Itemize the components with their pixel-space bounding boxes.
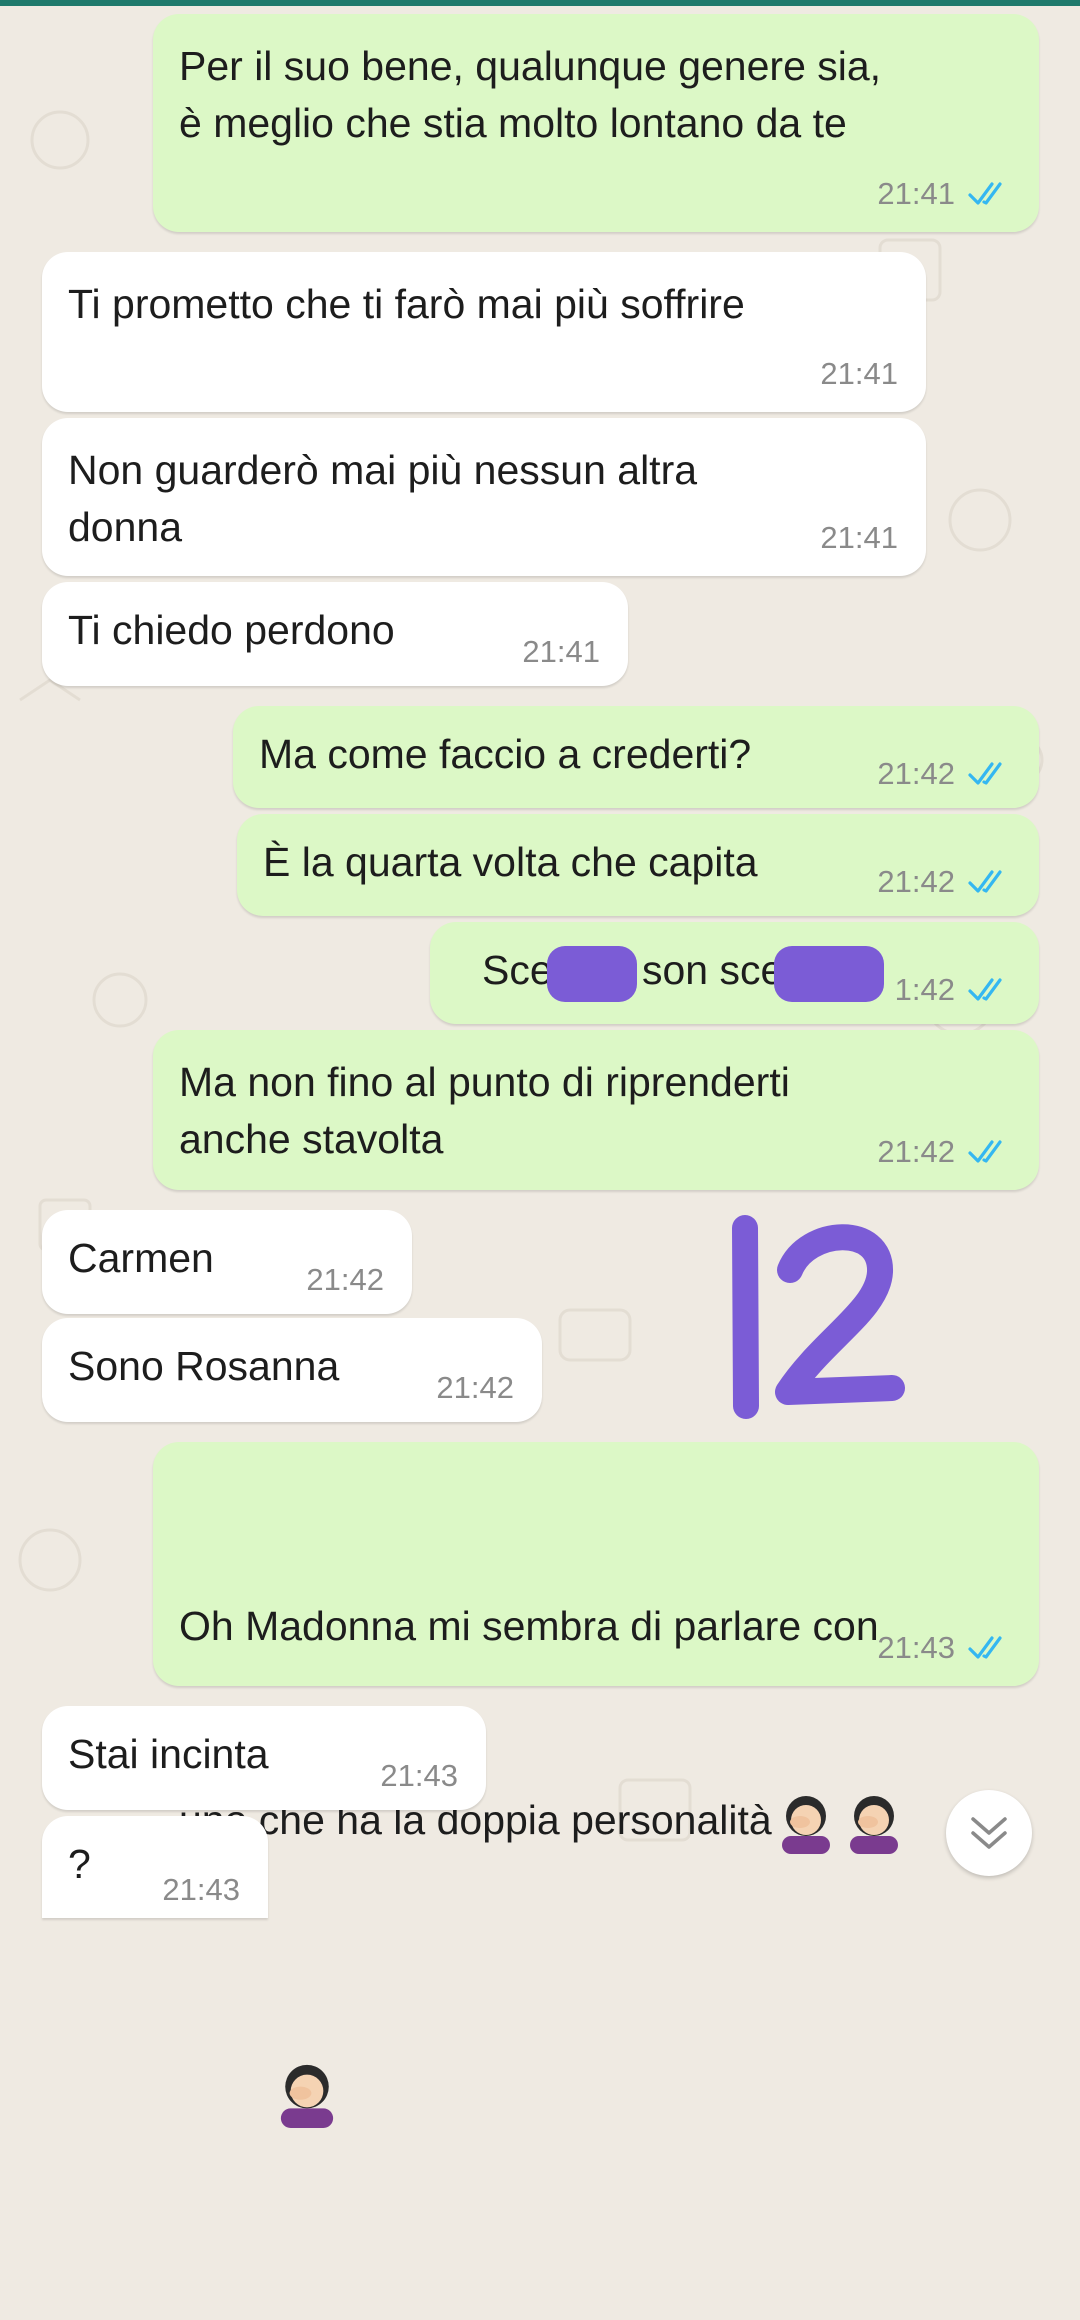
double-check-icon: [968, 1140, 1002, 1163]
outgoing-message[interactable]: Oh Madonna mi sembra di parlare con uno …: [153, 1442, 1039, 2128]
double-check-icon: [968, 978, 1002, 1001]
double-check-icon: [968, 762, 1002, 785]
message-text: Oh Madonna mi sembra di parlare con uno …: [179, 1466, 1013, 2320]
message-text: Ti prometto che ti farò mai più soffrire: [68, 281, 745, 327]
incoming-message[interactable]: Stai incinta 21:43: [42, 1706, 486, 1810]
message-meta: 21:41: [522, 634, 600, 670]
message-time: 1:42: [894, 972, 955, 1007]
double-check-icon: [968, 182, 1002, 205]
message-time: 21:42: [436, 1370, 514, 1405]
message-meta: 21:43: [380, 1758, 458, 1794]
chat-area: Per il suo bene, qualunque genere sia, è…: [0, 0, 1080, 2128]
message-time: 21:42: [877, 864, 955, 899]
outgoing-message[interactable]: Sce son sce 1:42: [430, 922, 1039, 1024]
outgoing-message[interactable]: Ma come faccio a crederti? 21:42: [233, 706, 1039, 808]
outgoing-message[interactable]: Per il suo bene, qualunque genere sia, è…: [153, 14, 1039, 232]
message-time: 21:41: [877, 176, 955, 211]
double-check-icon: [968, 870, 1002, 893]
message-meta: 21:41: [820, 520, 898, 556]
message-time: 21:41: [820, 356, 898, 391]
message-time: 21:41: [820, 520, 898, 555]
incoming-message[interactable]: Ti prometto che ti farò mai più soffrire…: [42, 252, 926, 412]
message-time: 21:41: [522, 634, 600, 669]
message-meta: 21:43: [877, 1630, 1011, 1666]
message-text-part: Sce: [482, 947, 553, 993]
message-time: 21:43: [877, 1630, 955, 1665]
message-meta: 21:42: [436, 1370, 514, 1406]
incoming-message[interactable]: Carmen 21:42: [42, 1210, 412, 1314]
message-meta: 21:42: [306, 1262, 384, 1298]
message-time: 21:42: [877, 1134, 955, 1169]
woman-facepalming-emoji: [781, 1796, 830, 1854]
message-meta: 21:42: [877, 756, 1011, 792]
redaction-mark: [774, 946, 884, 1002]
annotation-drawing: [732, 1215, 905, 1419]
message-time: 21:42: [877, 756, 955, 791]
message-time: 21:42: [306, 1262, 384, 1297]
message-text-part: son sce: [642, 947, 784, 993]
message-meta: 21:42: [877, 1134, 1011, 1170]
message-line: [179, 1982, 1013, 2192]
redaction-mark: [547, 946, 637, 1002]
message-time: 21:43: [162, 1872, 240, 1907]
outgoing-message[interactable]: Ma non fino al punto di riprenderti anch…: [153, 1030, 1039, 1190]
incoming-message[interactable]: Non guarderò mai più nessun altra donna …: [42, 418, 926, 576]
message-time: 21:43: [380, 1758, 458, 1793]
incoming-message[interactable]: ? 21:43: [42, 1816, 268, 1918]
message-meta: 21:43: [162, 1872, 240, 1908]
woman-facepalming-emoji: [281, 2064, 334, 2128]
annotation-number: 12: [712, 1210, 922, 1430]
message-meta: 21:41: [820, 356, 898, 392]
scroll-to-bottom-button[interactable]: [946, 1790, 1032, 1876]
message-text: Non guarderò mai più nessun altra donna: [68, 447, 698, 550]
message-meta: 21:42: [877, 864, 1011, 900]
chevron-down-icon: [971, 1817, 1007, 1849]
outgoing-message[interactable]: È la quarta volta che capita 21:42: [237, 814, 1039, 916]
incoming-message[interactable]: Sono Rosanna 21:42: [42, 1318, 542, 1422]
message-text: Per il suo bene, qualunque genere sia, è…: [179, 43, 882, 146]
message-meta: 21:41: [877, 176, 1011, 212]
message-meta: 1:42: [895, 972, 1011, 1008]
double-check-icon: [968, 1636, 1002, 1659]
woman-facepalming-emoji: [849, 1796, 898, 1854]
incoming-message[interactable]: Ti chiedo perdono 21:41: [42, 582, 628, 686]
